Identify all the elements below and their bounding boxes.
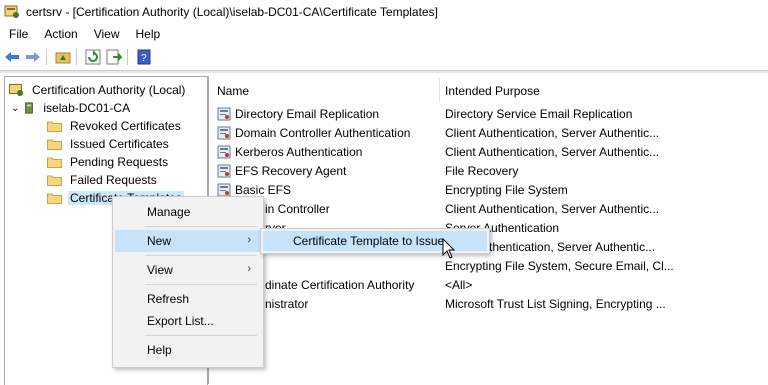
folder-icon	[47, 193, 62, 204]
ca-server-icon	[25, 102, 34, 114]
folder-icon	[47, 175, 62, 186]
column-header-name[interactable]: Name	[217, 82, 249, 100]
menu-item-help[interactable]: Help	[115, 339, 261, 361]
certificate-template-icon	[217, 164, 231, 177]
row-name: Basic EFS	[235, 182, 292, 197]
menu-help[interactable]: Help	[128, 27, 169, 41]
menu-item-label: Help	[147, 343, 172, 357]
row-purpose: Microsoft Trust List Signing, Encrypting…	[445, 296, 666, 311]
table-row[interactable]: Domain Controller Authentication Client …	[209, 123, 768, 142]
row-name: in Controller	[265, 201, 330, 216]
row-name: nistrator	[265, 296, 309, 311]
menu-item-label: Refresh	[147, 292, 190, 306]
menu-item-view[interactable]: View ›	[115, 259, 261, 281]
menu-item-label: Certificate Template to Issue	[293, 234, 445, 248]
row-purpose: Client Authentication, Server Authentic.…	[445, 201, 660, 216]
menu-item-label: Export List...	[147, 314, 214, 328]
table-row[interactable]: nistrator Microsoft Trust List Signing, …	[209, 294, 768, 313]
toolbar-separator	[46, 49, 47, 65]
up-folder-icon[interactable]	[54, 48, 72, 66]
menu-separator	[145, 255, 257, 256]
tree-item-issued-certificates[interactable]: Issued Certificates	[47, 135, 171, 153]
table-row[interactable]: in Controller Client Authentication, Ser…	[209, 199, 768, 218]
window-title: certsrv - [Certification Authority (Loca…	[26, 5, 438, 19]
tree-ca-node[interactable]: ⌄ iselab-DC01-CA	[11, 99, 132, 117]
menu-separator	[145, 284, 257, 285]
table-row[interactable]: dinate Certification Authority <All>	[209, 275, 768, 294]
row-purpose: Client Authentication, Server Authentic.…	[445, 144, 660, 159]
menu-item-label: Manage	[147, 205, 191, 219]
tree-item-revoked-certificates[interactable]: Revoked Certificates	[47, 117, 183, 135]
tree-item-label: Revoked Certificates	[70, 119, 181, 133]
svg-text:?: ?	[141, 53, 147, 64]
certsrv-app-icon	[4, 5, 19, 18]
certificate-template-icon	[217, 145, 231, 158]
row-name: Directory Email Replication	[235, 106, 380, 121]
column-separator[interactable]	[439, 78, 440, 102]
certificate-template-icon	[217, 107, 231, 120]
certificate-template-icon	[217, 126, 231, 139]
table-row[interactable]: Basic EFS Encrypting File System	[209, 180, 768, 199]
forward-arrow-icon[interactable]	[24, 48, 42, 66]
table-row[interactable]: EFS Recovery Agent File Recovery	[209, 161, 768, 180]
folder-icon	[47, 157, 62, 168]
row-purpose: Client Authentication, Server Authentic.…	[445, 125, 660, 140]
row-purpose: thentication, Server Authentic...	[489, 239, 656, 254]
menu-separator	[145, 335, 257, 336]
tree-ca-label: iselab-DC01-CA	[43, 101, 131, 115]
folder-icon	[47, 139, 62, 150]
toolbar-separator	[127, 49, 128, 65]
row-name: Kerberos Authentication	[235, 144, 363, 159]
export-list-icon[interactable]	[105, 48, 123, 66]
back-arrow-icon[interactable]	[3, 48, 21, 66]
row-name: EFS Recovery Agent	[235, 163, 347, 178]
tree-item-label: Pending Requests	[70, 155, 169, 169]
menu-separator	[145, 226, 257, 227]
table-row[interactable]: Kerberos Authentication Client Authentic…	[209, 142, 768, 161]
context-menu: Manage New › View › Refresh Export List...…	[112, 196, 264, 368]
menu-item-label: View	[147, 263, 173, 277]
toolbar: ?	[0, 46, 768, 68]
menu-bar: File Action View Help	[0, 24, 768, 44]
menu-item-label: New	[147, 234, 172, 248]
row-purpose: <All>	[445, 277, 473, 292]
table-row[interactable]: Encrypting File System, Secure Email, Cl…	[209, 256, 768, 275]
chevron-right-icon: ›	[247, 234, 251, 246]
menu-item-export-list[interactable]: Export List...	[115, 310, 261, 332]
tree-root[interactable]: Certification Authority (Local)	[9, 81, 187, 99]
tree-item-label: Issued Certificates	[70, 137, 169, 151]
tree-item-failed-requests[interactable]: Failed Requests	[47, 171, 159, 189]
tree-root-label: Certification Authority (Local)	[32, 83, 186, 97]
menu-item-new[interactable]: New ›	[115, 230, 261, 252]
mouse-pointer-icon	[442, 238, 456, 259]
menu-action[interactable]: Action	[36, 27, 85, 41]
row-purpose: Directory Service Email Replication	[445, 106, 633, 121]
row-purpose: File Recovery	[445, 163, 519, 178]
menu-item-manage[interactable]: Manage	[115, 201, 261, 223]
row-purpose: Encrypting File System, Secure Email, Cl…	[445, 258, 674, 273]
refresh-icon[interactable]	[84, 48, 102, 66]
tree-item-pending-requests[interactable]: Pending Requests	[47, 153, 170, 171]
chevron-down-icon[interactable]: ⌄	[11, 103, 19, 114]
table-row[interactable]: Directory Email Replication Directory Se…	[209, 104, 768, 123]
toolbar-separator	[76, 49, 77, 65]
chevron-right-icon: ›	[247, 263, 251, 275]
title-bar: certsrv - [Certification Authority (Loca…	[0, 0, 768, 24]
menu-item-refresh[interactable]: Refresh	[115, 288, 261, 310]
toolbar-divider	[0, 70, 768, 73]
help-book-icon[interactable]: ?	[135, 48, 153, 66]
tree-item-label: Failed Requests	[70, 173, 157, 187]
row-name: Domain Controller Authentication	[235, 125, 411, 140]
certificate-template-icon	[217, 183, 231, 196]
column-header-purpose[interactable]: Intended Purpose	[445, 82, 540, 100]
certification-authority-icon	[9, 84, 23, 96]
menu-view[interactable]: View	[86, 27, 128, 41]
menu-file[interactable]: File	[0, 27, 36, 41]
folder-icon	[47, 121, 62, 132]
row-name: dinate Certification Authority	[265, 277, 415, 292]
row-purpose: Encrypting File System	[445, 182, 568, 197]
